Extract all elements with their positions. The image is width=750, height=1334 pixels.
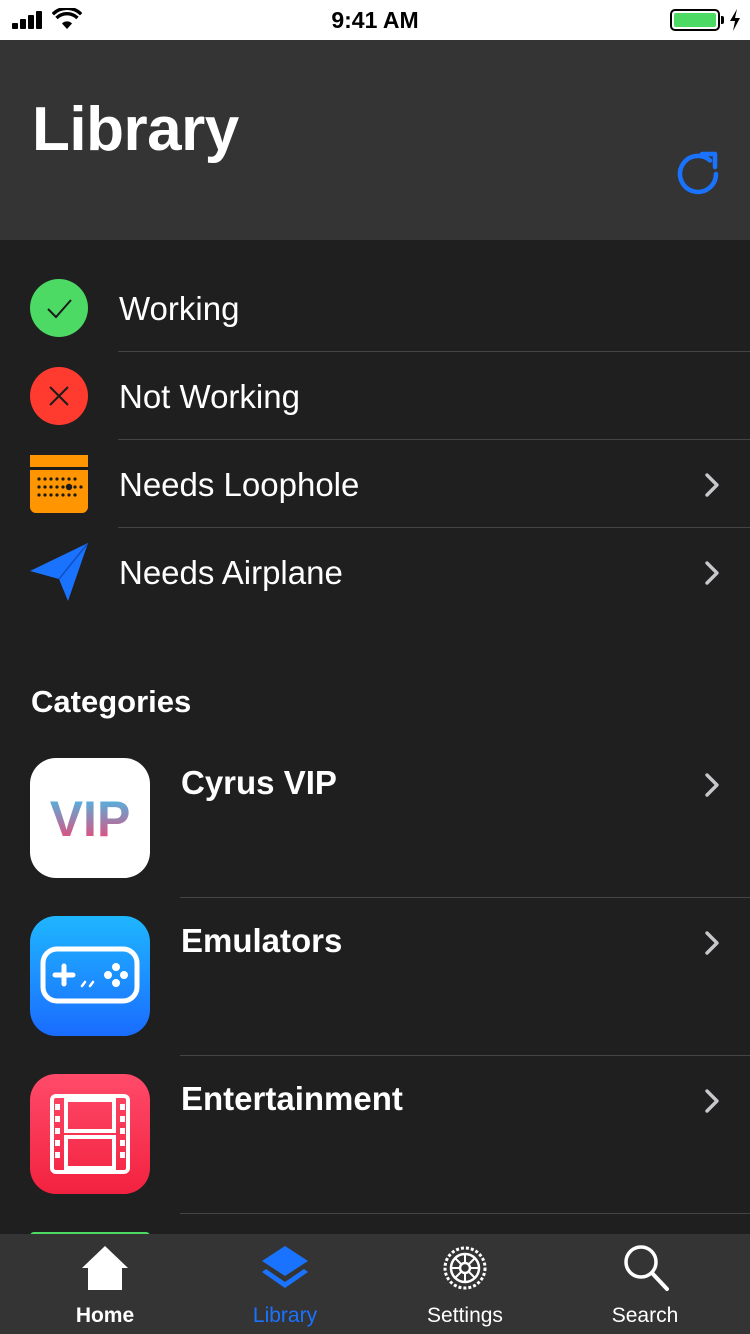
tab-search[interactable]: Search [555, 1234, 735, 1334]
chevron-right-icon [705, 931, 719, 955]
airplane-icon [30, 543, 88, 601]
charging-bolt-icon [730, 9, 740, 31]
status-item-label: Needs Loophole [119, 466, 360, 503]
chevron-right-icon [705, 561, 719, 585]
divider [180, 897, 750, 898]
battery-icon [670, 9, 720, 31]
divider [180, 1055, 750, 1056]
category-label: Cyrus VIP [181, 764, 337, 801]
status-item-label: Working [119, 290, 240, 327]
gamepad-icon [30, 916, 150, 1036]
tab-label: Library [252, 1304, 318, 1327]
status-item-needs-airplane[interactable]: Needs Airplane [0, 528, 750, 616]
status-item-label: Not Working [119, 378, 300, 415]
chevron-right-icon [705, 1089, 719, 1113]
status-item-working[interactable]: Working [0, 264, 750, 352]
category-cyrus-vip[interactable]: VIP Cyrus VIP [0, 758, 750, 916]
divider [180, 1213, 750, 1214]
checkmark-icon [30, 279, 88, 337]
chevron-right-icon [705, 473, 719, 497]
category-entertainment[interactable]: Entertainment [0, 1074, 750, 1232]
page-title: Library [32, 95, 239, 164]
layers-icon [262, 1246, 308, 1288]
tab-home[interactable]: Home [15, 1234, 195, 1334]
status-item-needs-loophole[interactable]: Needs Loophole [0, 440, 750, 528]
status-time: 9:41 AM [331, 7, 419, 33]
tab-label: Settings [427, 1304, 503, 1327]
battery-tip [721, 16, 724, 24]
status-bar: 9:41 AM [0, 0, 750, 40]
tab-library[interactable]: Library [195, 1234, 375, 1334]
gear-icon [443, 1246, 487, 1290]
loophole-icon [30, 455, 88, 513]
vip-icon: VIP [30, 758, 150, 878]
library-header: Library [0, 40, 750, 240]
status-item-label: Needs Airplane [119, 554, 343, 591]
chevron-right-icon [705, 773, 719, 797]
refresh-icon[interactable] [672, 148, 724, 200]
x-mark-icon [30, 367, 88, 425]
tab-label: Search [611, 1304, 679, 1327]
status-item-not-working[interactable]: Not Working [0, 352, 750, 440]
category-label: Emulators [181, 922, 343, 959]
search-icon [624, 1245, 669, 1291]
tab-label: Home [75, 1304, 135, 1327]
tab-settings[interactable]: Settings [375, 1234, 555, 1334]
home-icon [82, 1246, 128, 1290]
film-strip-icon [30, 1074, 150, 1194]
categories-heading: Categories [31, 684, 192, 719]
category-label: Entertainment [181, 1080, 403, 1117]
tab-bar: Home Library Settings Search [0, 1234, 750, 1334]
vip-icon-text: VIP [50, 791, 131, 847]
category-emulators[interactable]: Emulators [0, 916, 750, 1074]
